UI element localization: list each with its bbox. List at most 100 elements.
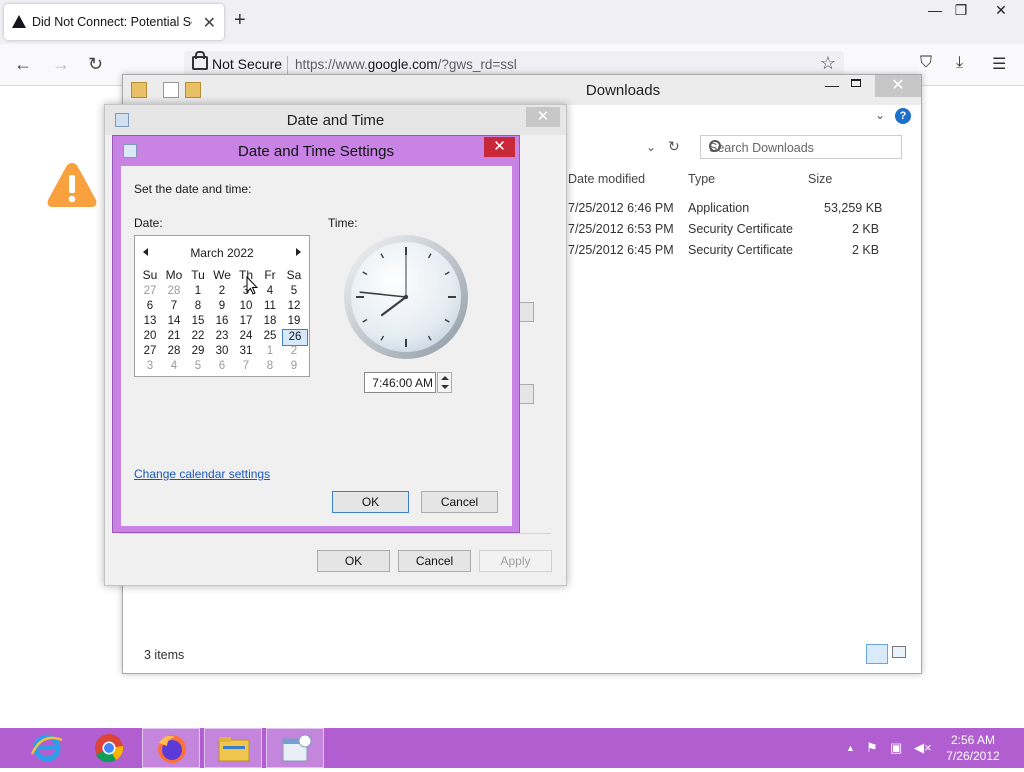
date-time-close-button[interactable]: ✕: [526, 107, 560, 127]
row-type[interactable]: Application: [688, 201, 749, 215]
calendar-day[interactable]: 2: [282, 344, 306, 359]
settings-ok-button[interactable]: OK: [332, 491, 409, 513]
calendar-day[interactable]: 27: [138, 284, 162, 299]
calendar-day[interactable]: 19: [282, 314, 306, 329]
calendar-day[interactable]: 18: [258, 314, 282, 329]
calendar-day[interactable]: 2: [210, 284, 234, 299]
calendar-day[interactable]: 31: [234, 344, 258, 359]
explorer-close-button[interactable]: ✕: [875, 75, 921, 97]
url-text[interactable]: https://www.google.com/?gws_rd=ssl: [295, 57, 517, 72]
row-date[interactable]: 7/25/2012 6:45 PM: [568, 243, 674, 257]
calendar-day[interactable]: 5: [282, 284, 306, 299]
ribbon-expand-icon[interactable]: ⌄: [875, 108, 885, 122]
row-type[interactable]: Security Certificate: [688, 243, 793, 257]
calendar-day[interactable]: 4: [162, 359, 186, 374]
details-view-icon[interactable]: [866, 644, 888, 664]
menu-icon[interactable]: ☰: [992, 54, 1006, 74]
row-size[interactable]: 2 KB: [852, 222, 879, 236]
pocket-icon[interactable]: ⛉: [920, 54, 932, 72]
taskbar-file-explorer[interactable]: [204, 728, 262, 768]
search-icon[interactable]: [709, 140, 721, 152]
restore-button[interactable]: ❐: [946, 2, 976, 19]
volume-muted-icon[interactable]: ◀×: [914, 740, 932, 756]
settings-close-button[interactable]: ✕: [484, 137, 515, 157]
date-time-ok-button[interactable]: OK: [317, 550, 390, 572]
hidden-button-edge[interactable]: [518, 384, 534, 404]
forward-button[interactable]: →: [52, 54, 70, 75]
date-time-apply-button[interactable]: Apply: [479, 550, 552, 572]
calendar-day[interactable]: 28: [162, 284, 186, 299]
time-spinner[interactable]: [437, 372, 452, 393]
calendar-day[interactable]: 5: [186, 359, 210, 374]
calendar-day[interactable]: 15: [186, 314, 210, 329]
hidden-button-edge[interactable]: [518, 302, 534, 322]
calendar-day[interactable]: 1: [258, 344, 282, 359]
calendar-day[interactable]: 27: [138, 344, 162, 359]
network-icon[interactable]: ▣: [890, 740, 902, 756]
calendar-day[interactable]: 4: [258, 284, 282, 299]
taskbar-chrome[interactable]: [80, 728, 138, 768]
calendar-day[interactable]: 28: [162, 344, 186, 359]
calendar-day[interactable]: 29: [186, 344, 210, 359]
calendar-day[interactable]: 13: [138, 314, 162, 329]
calendar-day[interactable]: 25: [258, 329, 282, 344]
taskbar-date-time-settings[interactable]: [266, 728, 324, 768]
calendar-day[interactable]: 9: [282, 359, 306, 374]
calendar-day[interactable]: 16: [210, 314, 234, 329]
address-dropdown-icon[interactable]: ⌄: [646, 140, 656, 154]
settings-cancel-button[interactable]: Cancel: [421, 491, 498, 513]
calendar-day[interactable]: 11: [258, 299, 282, 314]
search-input[interactable]: Search Downloads: [700, 135, 902, 159]
calendar-day[interactable]: 14: [162, 314, 186, 329]
column-size[interactable]: Size: [808, 172, 832, 186]
taskbar-clock[interactable]: 2:56 AM 7/26/2012: [938, 732, 1008, 764]
tab-close-icon[interactable]: ✕: [203, 13, 216, 33]
row-date[interactable]: 7/25/2012 6:53 PM: [568, 222, 674, 236]
calendar-day[interactable]: 8: [186, 299, 210, 314]
insecure-lock-icon[interactable]: [192, 51, 208, 70]
back-button[interactable]: ←: [14, 54, 32, 75]
calendar-day[interactable]: 7: [162, 299, 186, 314]
new-tab-button[interactable]: +: [234, 9, 246, 32]
large-icons-view-icon[interactable]: [892, 646, 906, 658]
calendar-day[interactable]: 24: [234, 329, 258, 344]
calendar-day[interactable]: 10: [234, 299, 258, 314]
calendar-day[interactable]: 17: [234, 314, 258, 329]
browser-tab[interactable]: Did Not Connect: Potential Security Issu…: [4, 4, 224, 40]
explorer-maximize-button[interactable]: [851, 79, 861, 87]
row-type[interactable]: Security Certificate: [688, 222, 793, 236]
calendar-day[interactable]: 23: [210, 329, 234, 344]
calendar-month-label[interactable]: March 2022: [135, 246, 309, 260]
calendar-day[interactable]: 8: [258, 359, 282, 374]
column-type[interactable]: Type: [688, 172, 715, 186]
column-date-modified[interactable]: Date modified: [568, 172, 645, 186]
explorer-minimize-button[interactable]: —: [825, 77, 839, 93]
action-center-flag-icon[interactable]: ⚑: [866, 740, 878, 756]
calendar-day[interactable]: 22: [186, 329, 210, 344]
date-time-cancel-button[interactable]: Cancel: [398, 550, 471, 572]
taskbar-firefox[interactable]: [142, 728, 200, 768]
not-secure-label[interactable]: Not Secure: [212, 56, 282, 72]
calendar[interactable]: March 2022 Su Mo Tu We Th Fr Sa 27 28 1 2 3 4 5 6 7 8 9 10…: [134, 235, 310, 377]
calendar-day[interactable]: 6: [210, 359, 234, 374]
bookmark-star-icon[interactable]: ☆: [820, 53, 836, 74]
calendar-day[interactable]: 1: [186, 284, 210, 299]
row-size[interactable]: 53,259 KB: [824, 201, 882, 215]
calendar-day[interactable]: 7: [234, 359, 258, 374]
calendar-day[interactable]: 3: [138, 359, 162, 374]
calendar-day[interactable]: 12: [282, 299, 306, 314]
refresh-icon[interactable]: ↻: [668, 138, 680, 155]
change-calendar-settings-link[interactable]: Change calendar settings: [134, 467, 270, 481]
next-month-icon[interactable]: [296, 248, 301, 256]
new-folder-icon[interactable]: [185, 82, 201, 98]
downloads-icon[interactable]: ⤓: [956, 54, 963, 72]
taskbar-internet-explorer[interactable]: [18, 728, 76, 768]
row-date[interactable]: 7/25/2012 6:46 PM: [568, 201, 674, 215]
properties-icon[interactable]: [163, 82, 179, 98]
help-icon[interactable]: ?: [895, 108, 911, 124]
calendar-day[interactable]: 20: [138, 329, 162, 344]
calendar-day[interactable]: 30: [210, 344, 234, 359]
calendar-day[interactable]: 9: [210, 299, 234, 314]
calendar-day[interactable]: 21: [162, 329, 186, 344]
time-input[interactable]: 7:46:00 AM: [364, 372, 436, 393]
